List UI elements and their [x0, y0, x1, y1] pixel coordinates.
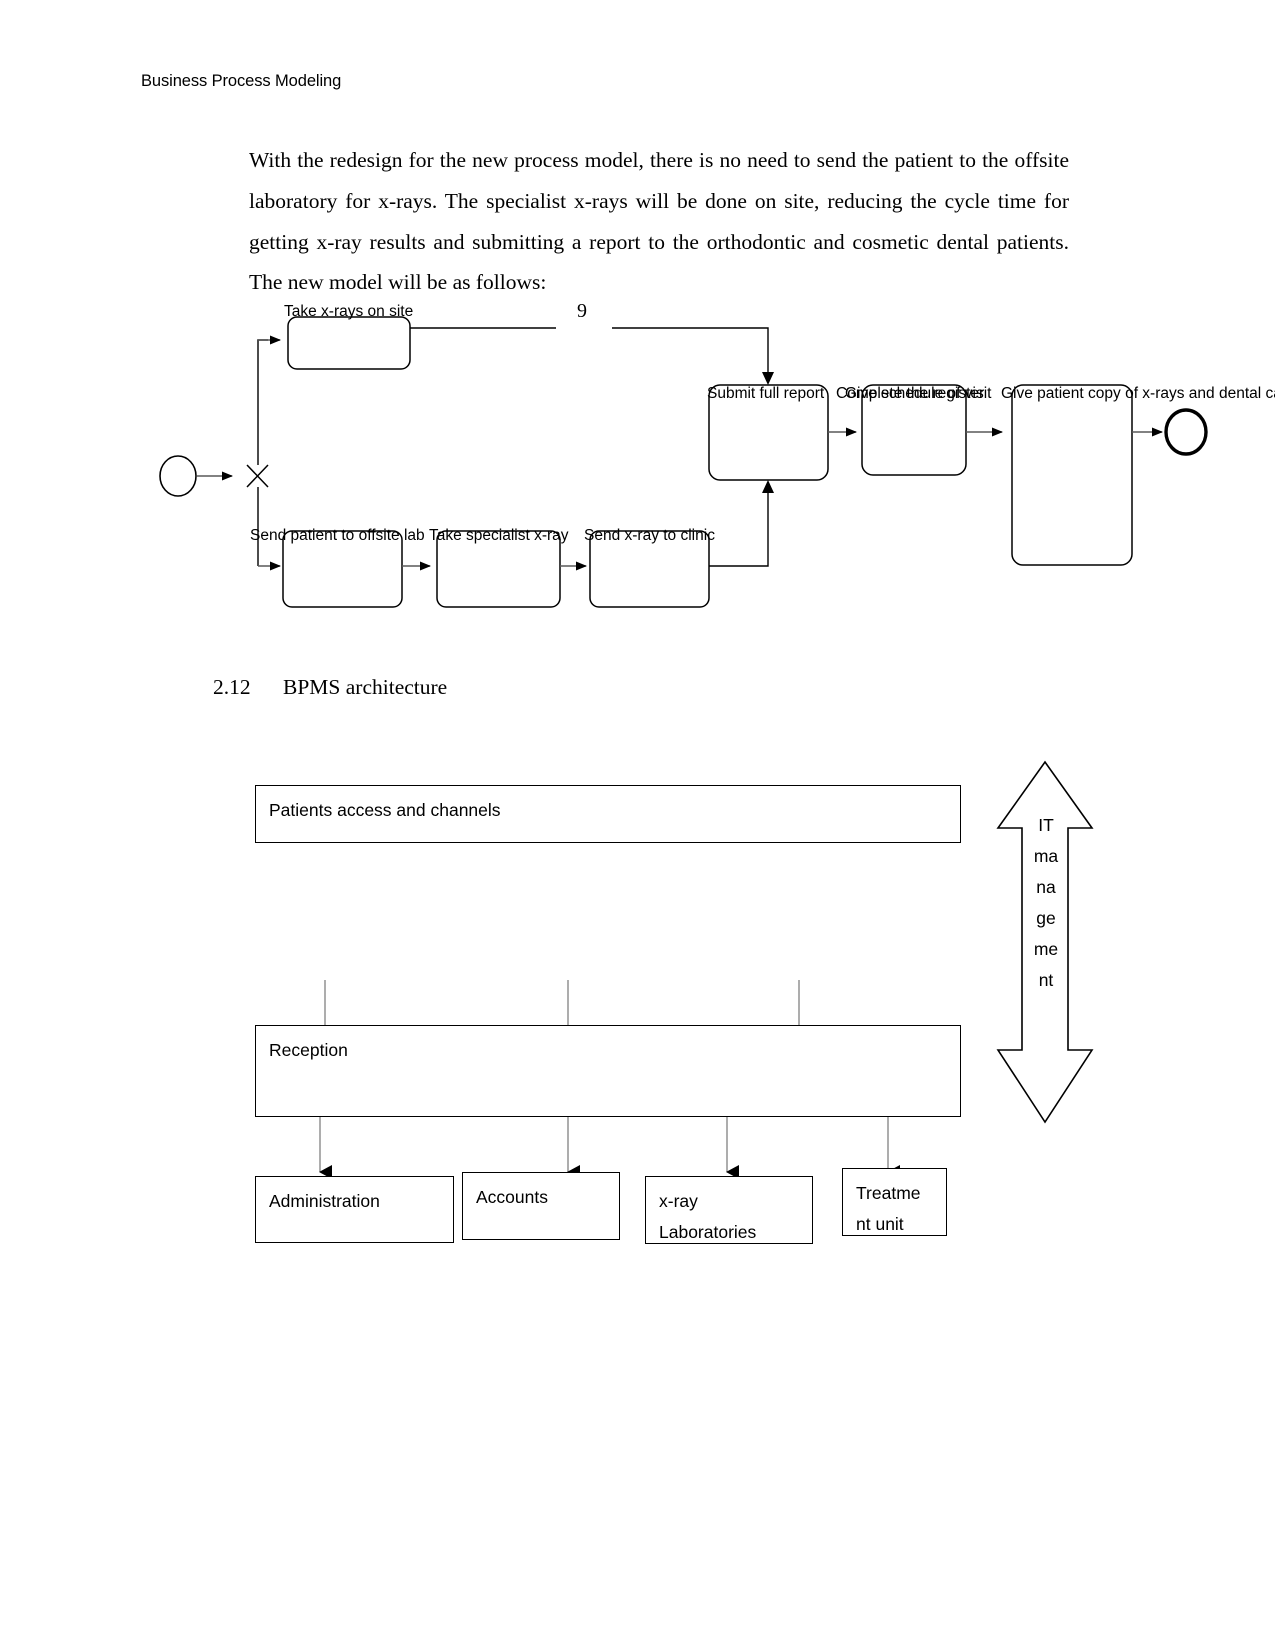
task-label-take-xrays-on-site: Take x-rays on site: [284, 303, 414, 320]
exclusive-gateway: [246, 464, 269, 488]
arch-box-x-ray-laboratories: x-ray Laboratories: [645, 1176, 813, 1244]
arch-label-patients-access-and-channels: Patients access and channels: [269, 800, 501, 820]
task-label-send-patient-offsite-lab: Send patient to offsite lab: [250, 527, 425, 544]
running-head: Business Process Modeling: [141, 72, 342, 90]
section-number: 2.12: [213, 675, 251, 699]
flow-gateway-up: [257, 339, 268, 465]
bpmn-process-diagram: Take x-rays on site Send patient to offs…: [0, 290, 1275, 630]
arch-box-accounts: Accounts: [462, 1172, 620, 1240]
start-event: [159, 455, 197, 497]
task-label-submit-full-report: Submit full report: [707, 385, 825, 402]
section-title: BPMS architecture: [283, 675, 448, 699]
arch-label-x-ray-laboratories: x-ray Laboratories: [659, 1191, 757, 1242]
arch-label-treatment-unit: Treatme nt unit: [856, 1183, 921, 1234]
arch-label-accounts: Accounts: [476, 1187, 548, 1207]
body-paragraph: With the redesign for the new process mo…: [249, 148, 1069, 295]
task-give-patient-copy-xrays: [1011, 384, 1133, 566]
flow-clinic-up-to-submit: [709, 493, 769, 567]
arrowhead-clinic-to-submit: [762, 480, 774, 493]
arch-label-reception: Reception: [269, 1040, 348, 1060]
end-event: [1164, 408, 1208, 456]
task-label-give-schedule-of-visit: Give schedule of visit: [845, 385, 992, 402]
task-label-take-specialist-xray: Take specialist x-ray: [429, 527, 569, 544]
flow-down-to-submit: [612, 327, 769, 372]
arch-box-reception: Reception: [255, 1025, 961, 1117]
document-page: Business Process Modeling With the redes…: [0, 0, 1275, 1651]
task-take-xrays-on-site: [287, 316, 411, 370]
arch-box-patients-access-and-channels: Patients access and channels: [255, 785, 961, 843]
task-label-give-patient-copy-xrays: Give patient copy of x-rays and dental c…: [1001, 385, 1275, 402]
task-label-send-xray-to-clinic: Send x-ray to clinic: [584, 527, 715, 544]
arch-box-treatment-unit: Treatme nt unit: [842, 1168, 947, 1236]
bpms-architecture-diagram: Patients access and channels Reception A…: [0, 740, 1275, 1280]
arch-label-administration: Administration: [269, 1191, 380, 1211]
arch-box-administration: Administration: [255, 1176, 454, 1243]
it-management-label: IT ma na ge me nt: [1033, 815, 1059, 990]
bpmn-canvas: [159, 316, 1208, 608]
arrowhead-to-submit: [762, 372, 774, 385]
